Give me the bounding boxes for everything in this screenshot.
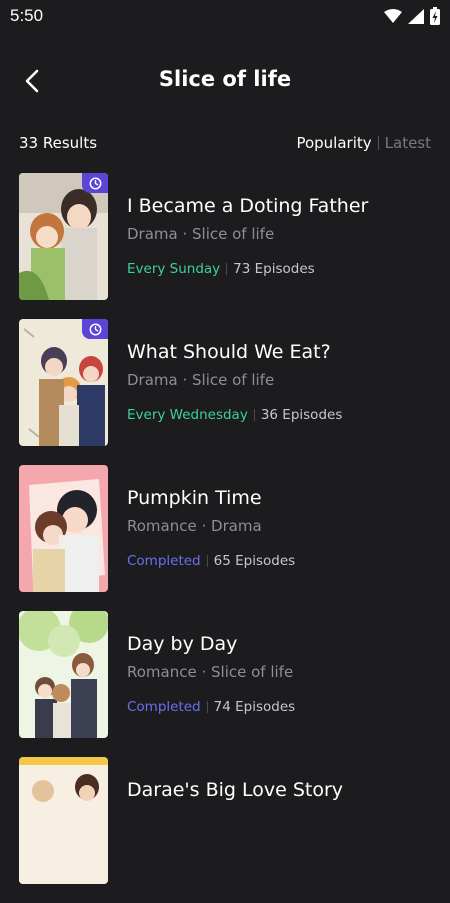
sort-popularity[interactable]: Popularity [296, 134, 371, 152]
series-title: Darae's Big Love Story [127, 779, 344, 801]
list-item[interactable]: I Became a Doting Father Drama · Slice o… [0, 173, 450, 319]
series-meta: Every Wednesday 36 Episodes [127, 407, 342, 423]
list-item[interactable]: Pumpkin Time Romance · Drama Completed 6… [0, 465, 450, 611]
list-item[interactable]: Darae's Big Love Story [0, 757, 450, 903]
clock-icon [89, 323, 102, 336]
series-genres: Drama · Slice of life [127, 225, 275, 243]
meta-divider [206, 555, 208, 567]
series-title: Day by Day [127, 633, 238, 655]
list-item[interactable]: What Should We Eat? Drama · Slice of lif… [0, 319, 450, 465]
series-episodes: 65 Episodes [213, 553, 296, 569]
series-episodes: 36 Episodes [260, 407, 343, 423]
sort-latest[interactable]: Latest [385, 134, 431, 152]
results-bar: 33 Results Popularity Latest [19, 131, 431, 155]
meta-divider [226, 263, 228, 275]
series-status: Completed [127, 699, 201, 715]
signal-icon [408, 8, 424, 24]
series-list: I Became a Doting Father Drama · Slice o… [0, 173, 450, 903]
sort-options: Popularity Latest [296, 134, 431, 152]
series-title: What Should We Eat? [127, 341, 331, 363]
series-episodes: 73 Episodes [233, 261, 315, 277]
series-genres: Romance · Slice of life [127, 663, 294, 681]
series-status: Completed [127, 553, 201, 569]
series-schedule: Every Sunday [127, 261, 221, 277]
series-thumbnail [19, 611, 108, 738]
series-thumbnail [19, 465, 108, 592]
header: Slice of life [0, 55, 450, 111]
series-genres: Romance · Drama [127, 517, 262, 535]
meta-divider [206, 701, 208, 713]
series-schedule: Every Wednesday [127, 407, 248, 423]
results-count: 33 Results [19, 134, 98, 152]
meta-divider [253, 409, 255, 421]
series-thumbnail [19, 757, 108, 884]
series-meta: Every Sunday 73 Episodes [127, 261, 315, 277]
battery-icon [430, 7, 440, 25]
page-title: Slice of life [158, 67, 292, 91]
series-episodes: 74 Episodes [213, 699, 296, 715]
clock-badge [82, 173, 108, 193]
sort-divider [377, 136, 379, 150]
status-bar: 5:50 [0, 0, 450, 32]
status-time: 5:50 [10, 6, 44, 25]
series-thumbnail [19, 173, 108, 300]
series-genres: Drama · Slice of life [127, 371, 275, 389]
series-meta: Completed 74 Episodes [127, 699, 295, 715]
series-thumbnail [19, 319, 108, 446]
series-title: I Became a Doting Father [127, 195, 369, 217]
clock-icon [89, 177, 102, 190]
wifi-icon [384, 9, 402, 23]
status-icons [384, 7, 440, 25]
list-item[interactable]: Day by Day Romance · Slice of life Compl… [0, 611, 450, 757]
clock-badge [82, 319, 108, 339]
series-title: Pumpkin Time [127, 487, 262, 509]
series-meta: Completed 65 Episodes [127, 553, 295, 569]
